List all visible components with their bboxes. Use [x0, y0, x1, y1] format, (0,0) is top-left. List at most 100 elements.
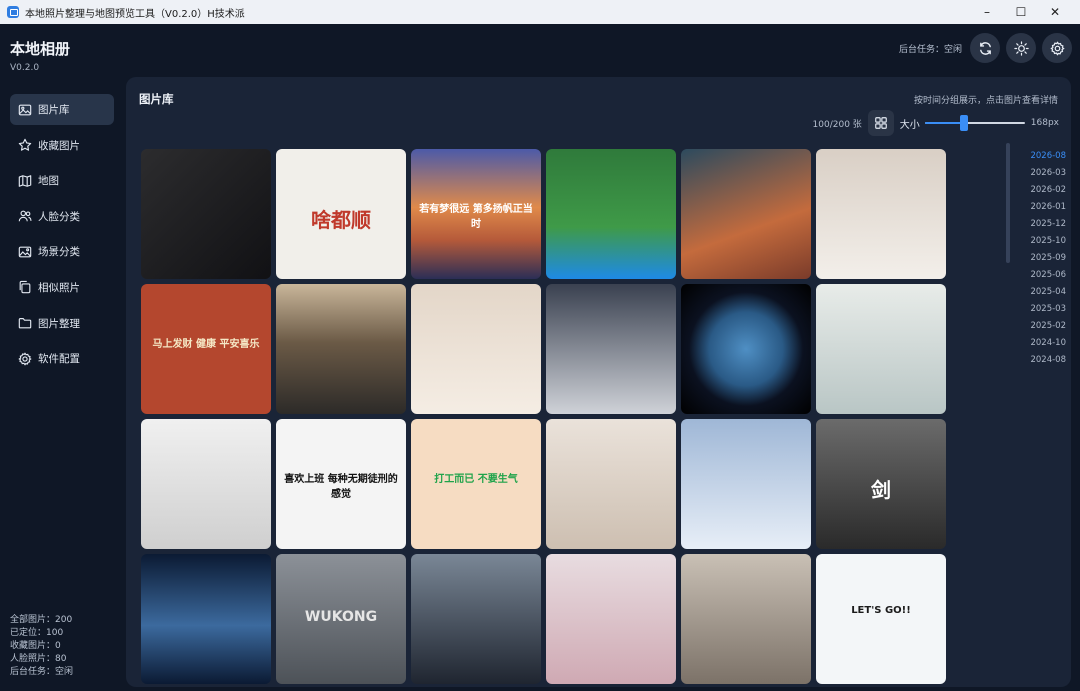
background-task-status: 后台任务：空闲: [898, 44, 962, 55]
size-value: 168px: [1030, 118, 1059, 128]
photo-thumbnail-woman-bedroom[interactable]: [411, 284, 541, 414]
photo-thumbnail-seal-calligraphy[interactable]: 啥都顺: [276, 149, 406, 279]
sidebar-item-settings[interactable]: 软件配置: [10, 343, 114, 374]
timeline-item[interactable]: 2024-08: [1030, 355, 1066, 365]
thumbnail-size-slider[interactable]: [924, 115, 1025, 131]
photo-text: 剑: [871, 478, 891, 502]
timeline-item[interactable]: 2026-01: [1030, 202, 1066, 212]
scene-icon: [18, 246, 32, 258]
map-icon: [18, 174, 32, 187]
photo-thumbnail-woman-bed[interactable]: [816, 149, 946, 279]
copy-icon: [19, 281, 31, 294]
page-title: 图片库: [139, 92, 174, 106]
timeline-item[interactable]: 2025-04: [1030, 287, 1066, 297]
photo-thumbnail-highway-sunset[interactable]: [276, 284, 406, 414]
sun-icon: [1013, 40, 1029, 56]
photo-text: LET'S GO!!: [851, 605, 911, 616]
gear-icon: [1049, 40, 1065, 56]
photo-thumbnail-blue-planet-sky[interactable]: [141, 554, 271, 684]
timeline-item[interactable]: 2025-03: [1030, 304, 1066, 314]
photo-text: 若有梦很远 第多扬帆正当时: [419, 204, 533, 230]
photo-thumbnail-red-couplet[interactable]: 马上发财 健康 平安喜乐: [141, 284, 271, 414]
minimize-button[interactable]: –: [970, 0, 1004, 24]
stat-located: 已定位：100: [10, 628, 64, 638]
grid-view-button[interactable]: [867, 110, 894, 136]
settings-button[interactable]: [1042, 33, 1072, 63]
timeline-item[interactable]: 2025-12: [1030, 219, 1066, 229]
photo-thumbnail-woman-sofa[interactable]: [546, 419, 676, 549]
app-version: V0.2.0: [10, 63, 40, 73]
photo-text: 打工而已 不要生气: [434, 474, 518, 485]
photo-text: 马上发财 健康 平安喜乐: [152, 339, 260, 350]
timeline-scrollbar[interactable]: [1006, 143, 1010, 263]
sidebar-item-scenes[interactable]: 场景分类: [10, 236, 114, 267]
refresh-icon: [979, 41, 991, 55]
sidebar-item-favorites[interactable]: 收藏图片: [10, 130, 114, 161]
sidebar-item-organize[interactable]: 图片整理: [10, 308, 114, 339]
sidebar-item-label: 地图: [38, 175, 59, 188]
maximize-button[interactable]: ☐: [1004, 0, 1038, 24]
timeline-item[interactable]: 2025-09: [1030, 253, 1066, 263]
slider-thumb[interactable]: [959, 115, 968, 131]
size-label: 大小: [899, 119, 920, 131]
photo-thumbnail-misty-temple[interactable]: [816, 284, 946, 414]
photo-thumbnail-earth-planet[interactable]: [681, 284, 811, 414]
sidebar-nav: 图片库 收藏图片 地图 人脸分类 场景分类 相似照片 图片整理 软件配置: [10, 94, 114, 379]
photo-thumbnail-ink-mountain[interactable]: [141, 419, 271, 549]
timeline-item[interactable]: 2026-03: [1030, 168, 1066, 178]
timeline-item[interactable]: 2025-06: [1030, 270, 1066, 280]
gallery-panel: 图片库 按时间分组展示，点击图片查看详情 100/200 张 大小 168px …: [126, 77, 1071, 687]
close-button[interactable]: ✕: [1038, 0, 1072, 24]
photo-thumbnail-pink-fairy[interactable]: [546, 554, 676, 684]
star-icon: [18, 138, 32, 151]
photo-text: 喜欢上班 每种无期徒刑的感觉: [284, 474, 398, 500]
photo-thumbnail-woman-long-hair[interactable]: [546, 284, 676, 414]
stat-background-task: 后台任务：空闲: [10, 667, 74, 677]
photo-thumbnail-sunset-ocean-text[interactable]: 若有梦很远 第多扬帆正当时: [411, 149, 541, 279]
photo-thumbnail-lets-go-cats[interactable]: LET'S GO!!: [816, 554, 946, 684]
photo-text: WUKONG: [304, 609, 378, 625]
timeline-item[interactable]: 2026-02: [1030, 185, 1066, 195]
photo-thumbnail-white-hair-warrior[interactable]: [681, 419, 811, 549]
photo-thumbnail-wukong-poster[interactable]: WUKONG: [276, 554, 406, 684]
timeline-item[interactable]: 2024-10: [1030, 338, 1066, 348]
timeline-item[interactable]: 2025-02: [1030, 321, 1066, 331]
sidebar-item-label: 场景分类: [38, 246, 80, 259]
photo-thumbnail-world-map[interactable]: [141, 149, 271, 279]
photo-thumbnail-anime-girl-newspaper[interactable]: [681, 554, 811, 684]
gallery-toolbar: 100/200 张 大小 168px: [813, 110, 1059, 136]
people-icon: [18, 210, 32, 222]
gear-icon: [18, 351, 32, 366]
photo-thumbnail-ink-swordsman[interactable]: 剑: [816, 419, 946, 549]
sidebar-item-map[interactable]: 地图: [10, 165, 114, 196]
stat-all-images: 全部图片：200: [10, 615, 73, 625]
sidebar-item-label: 收藏图片: [38, 139, 80, 152]
sidebar-item-label: 人脸分类: [38, 210, 80, 223]
sidebar-item-label: 相似照片: [38, 281, 80, 294]
timeline-item[interactable]: 2025-10: [1030, 236, 1066, 246]
sidebar-item-faces[interactable]: 人脸分类: [10, 201, 114, 232]
stat-favorites: 收藏图片：0: [10, 641, 61, 651]
photo-thumbnail-green-text[interactable]: 打工而已 不要生气: [411, 419, 541, 549]
panel-hint: 按时间分组展示，点击图片查看详情: [913, 96, 1058, 106]
photo-text: 啥都顺: [311, 208, 371, 232]
theme-toggle-button[interactable]: [1006, 33, 1036, 63]
sidebar-item-label: 图片整理: [38, 317, 80, 330]
timeline-item[interactable]: 2026-08: [1030, 151, 1066, 161]
header-actions: 后台任务：空闲: [899, 33, 1072, 63]
grid-icon: [874, 117, 887, 129]
photo-thumbnail-fantasy-dancer[interactable]: [681, 149, 811, 279]
slider-fill: [924, 122, 963, 124]
sidebar-item-similar[interactable]: 相似照片: [10, 272, 114, 303]
stat-face-photos: 人脸照片：80: [10, 654, 67, 664]
photo-grid: 啥都顺 若有梦很远 第多扬帆正当时马上发财 健康 平安喜乐喜欢上班 每种无期徒刑的…: [141, 149, 947, 687]
image-count: 100/200 张: [812, 119, 862, 130]
photo-thumbnail-swordsman-portrait[interactable]: [411, 554, 541, 684]
window-title: 本地照片整理与地图预览工具（V0.2.0）H技术派: [25, 8, 245, 20]
sidebar-item-gallery[interactable]: 图片库: [10, 94, 114, 125]
app-title: 本地相册: [10, 40, 71, 58]
photo-thumbnail-text-banner[interactable]: 喜欢上班 每种无期徒刑的感觉: [276, 419, 406, 549]
folder-icon: [18, 318, 32, 329]
refresh-button[interactable]: [970, 33, 1000, 63]
photo-thumbnail-white-flowers[interactable]: [546, 149, 676, 279]
